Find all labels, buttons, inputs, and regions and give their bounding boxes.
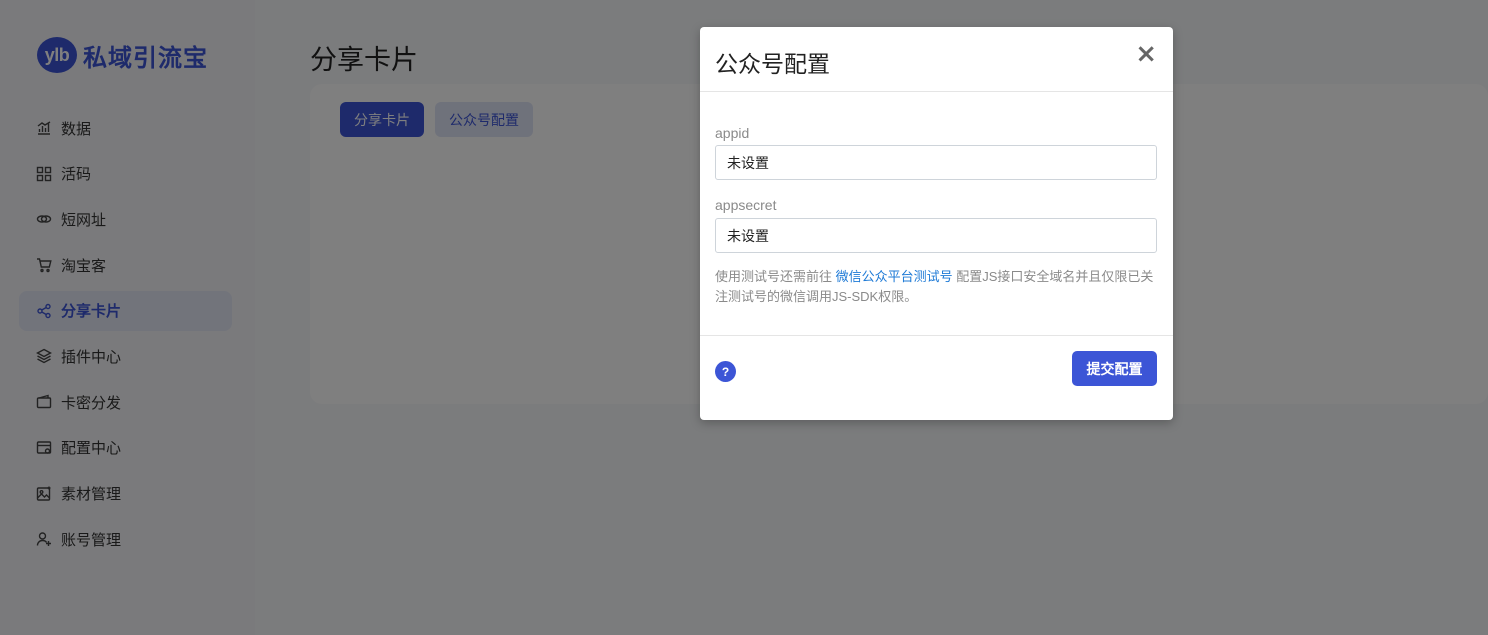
help-icon[interactable]: ? (715, 361, 736, 382)
modal-footer: ? 提交配置 (700, 336, 1173, 419)
modal-body: appid appsecret 使用测试号还需前往 微信公众平台测试号 配置JS… (700, 92, 1173, 336)
appid-label: appid (715, 125, 750, 141)
official-account-config-modal: 公众号配置 × appid appsecret 使用测试号还需前往 微信公众平台… (700, 27, 1173, 420)
appsecret-label: appsecret (715, 197, 777, 213)
modal-header: 公众号配置 × (700, 27, 1173, 92)
modal-title: 公众号配置 (715, 51, 830, 77)
submit-config-button[interactable]: 提交配置 (1072, 351, 1157, 386)
wechat-test-account-link[interactable]: 微信公众平台测试号 (836, 269, 953, 284)
help-text: 使用测试号还需前往 微信公众平台测试号 配置JS接口安全域名并且仅限已关注测试号… (715, 267, 1160, 307)
appid-input[interactable] (715, 145, 1157, 180)
appsecret-input[interactable] (715, 218, 1157, 253)
close-icon[interactable]: × (1135, 41, 1157, 67)
help-text-prefix: 使用测试号还需前往 (715, 269, 836, 284)
